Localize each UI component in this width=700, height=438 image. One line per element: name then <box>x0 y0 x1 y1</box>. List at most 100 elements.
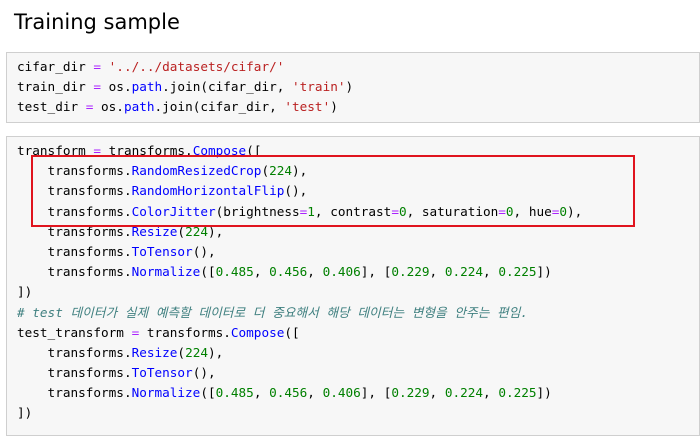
code-token: ) <box>345 79 354 95</box>
code-line: transforms.ToTensor(), <box>17 363 582 383</box>
code-line: ]) <box>17 403 582 423</box>
member-token: Compose <box>192 143 247 158</box>
code-token: ], [ <box>360 264 392 280</box>
code-token: transforms. <box>17 163 132 179</box>
number-token: 0.406 <box>322 264 361 280</box>
operator-token: = <box>93 59 102 74</box>
code-line: # test 데이터가 실제 예측할 데이터로 더 중요해서 해당 데이터는 변… <box>17 303 582 323</box>
code-token: ], [ <box>360 385 392 401</box>
code-line: transforms.ColorJitter(brightness = 1, con… <box>17 202 583 222</box>
code-line: transforms.Resize(224), <box>17 343 582 363</box>
code-token: ( <box>177 344 186 360</box>
number-token: 0.485 <box>215 385 254 401</box>
number-token: 224 <box>185 344 208 360</box>
member-token: Normalize <box>131 385 201 401</box>
code-token: (), <box>192 365 216 381</box>
code-token: transforms. <box>139 324 231 340</box>
number-token: 0 <box>398 203 407 219</box>
code-token: ( <box>261 163 270 179</box>
code-token: .join(cifar_dir, <box>162 79 293 95</box>
code-token: ([ <box>246 143 262 158</box>
code-token: ]) <box>536 385 552 401</box>
member-token: path <box>131 79 163 95</box>
code-token: , <box>429 264 445 280</box>
code-cell-transforms[interactable]: transform = transforms.Compose([ transfo… <box>6 136 700 436</box>
code-token: ([ <box>200 264 216 280</box>
number-token: 0.224 <box>444 385 484 401</box>
code-token: , <box>253 385 270 401</box>
member-token: Compose <box>230 324 285 340</box>
code-token: , <box>483 385 499 401</box>
code-token: train_dir <box>17 79 94 95</box>
code-token: test_transform <box>17 324 132 340</box>
code-token: ) <box>330 99 338 115</box>
number-token: 0.485 <box>215 264 254 280</box>
member-token: ToTensor <box>131 243 193 259</box>
code-token: , saturation <box>406 203 499 219</box>
member-token: Resize <box>131 344 178 360</box>
number-token: 224 <box>269 163 292 179</box>
number-token: 0.406 <box>322 385 361 401</box>
code-line: test_dir = os.path.join(cifar_dir, 'test… <box>17 97 353 117</box>
code-token: transforms. <box>17 264 132 280</box>
code-line: transforms.Resize(224), <box>17 222 582 242</box>
number-token: 0.225 <box>498 385 537 401</box>
code-token: transforms. <box>17 365 132 381</box>
code-line: transforms.ToTensor(), <box>17 242 582 262</box>
code-token: os. <box>101 79 132 95</box>
number-token: 0.456 <box>269 264 308 280</box>
code-cell-dirs[interactable]: cifar_dir = '../../datasets/cifar/' train… <box>6 52 700 123</box>
code-line: test_transform = transforms.Compose([ <box>17 323 582 343</box>
code-token: , <box>307 264 323 280</box>
code-line: transforms.Normalize([0.485, 0.456, 0.40… <box>17 383 582 403</box>
member-token: path <box>123 99 155 115</box>
code-token: , contrast <box>314 203 392 219</box>
member-token: RandomHorizontalFlip <box>131 183 285 199</box>
member-token: Normalize <box>131 264 201 280</box>
member-token: Resize <box>131 223 178 239</box>
code-token: ), <box>567 203 583 219</box>
comment-token: # test 데이터가 실제 예측할 데이터로 더 중요해서 해당 데이터는 변… <box>17 304 529 320</box>
string-token: '../../datasets/cifar/' <box>108 59 285 74</box>
code-token: (), <box>192 243 216 259</box>
code-token: , <box>483 264 499 280</box>
number-token: 0 <box>505 203 514 219</box>
string-token: 'test' <box>284 99 331 115</box>
number-token: 0 <box>559 203 568 219</box>
number-token: 1 <box>307 203 315 219</box>
code-line: cifar_dir = '../../datasets/cifar/' <box>17 57 353 77</box>
number-token: 0.229 <box>391 385 430 401</box>
code-token: transforms. <box>17 385 132 401</box>
code-token: .join(cifar_dir, <box>154 99 285 115</box>
member-token: RandomResizedCrop <box>131 163 262 179</box>
code-token: ([ <box>284 324 300 340</box>
code-token: (brightness <box>215 203 300 219</box>
operator-token: = <box>498 203 506 219</box>
number-token: 0.229 <box>391 264 430 280</box>
code-token: transforms. <box>17 203 132 219</box>
code-token: , <box>429 385 445 401</box>
code-token: transforms. <box>17 344 132 360</box>
code-token: , <box>253 264 270 280</box>
code-block-dirs[interactable]: cifar_dir = '../../datasets/cifar/' train… <box>17 57 353 118</box>
code-token: ]) <box>536 264 552 280</box>
code-line: transforms.RandomResizedCrop(224), <box>17 161 582 181</box>
code-token: ( <box>177 223 186 239</box>
code-line: transform = transforms.Compose([ <box>17 141 582 161</box>
code-token: cifar_dir <box>17 59 94 74</box>
code-token: ]) <box>17 284 33 300</box>
code-token: transforms. <box>17 223 132 239</box>
code-token: ), <box>292 163 308 179</box>
code-block-transforms[interactable]: transform = transforms.Compose([ transfo… <box>17 141 582 424</box>
number-token: 0.225 <box>498 264 537 280</box>
code-token: ([ <box>200 385 216 401</box>
code-line: ]) <box>17 282 582 302</box>
code-token: ]) <box>17 405 33 421</box>
code-line: transforms.RandomHorizontalFlip(), <box>17 181 582 201</box>
code-line: train_dir = os.path.join(cifar_dir, 'tra… <box>17 77 353 97</box>
code-token: transforms. <box>17 243 132 259</box>
operator-token: = <box>93 79 102 95</box>
code-token: transform <box>17 143 94 158</box>
number-token: 0.224 <box>444 264 484 280</box>
